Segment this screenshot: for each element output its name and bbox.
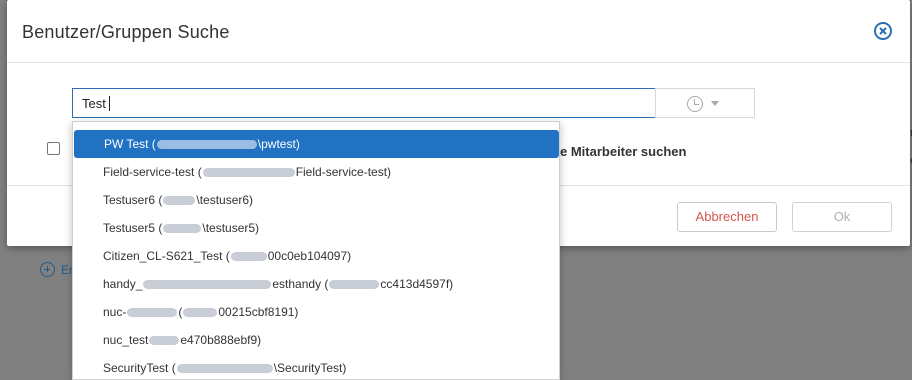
dropdown-item-prefix: handy_ xyxy=(103,277,143,291)
dropdown-item[interactable]: nuc- (00215cbf8191) xyxy=(73,298,559,326)
dropdown-item[interactable]: Field-service-test ( Field-service-test) xyxy=(73,158,559,186)
dropdown-item[interactable]: handy_ esthandy ( cc413d4597f) xyxy=(73,270,559,298)
dropdown-item-selected[interactable]: PW Test ( \pwtest) xyxy=(74,130,559,158)
dropdown-item-prefix: Testuser5 ( xyxy=(103,221,163,235)
dropdown-item[interactable]: Citizen_CL-S621_Test ( 00c0eb104097) xyxy=(73,242,559,270)
history-dropdown-button[interactable] xyxy=(655,88,755,118)
dropdown-item-prefix: SecurityTest ( xyxy=(103,361,176,375)
dropdown-item-suffix: 00c0eb104097) xyxy=(267,249,352,263)
ok-button[interactable]: Ok xyxy=(792,202,892,232)
dropdown-item-prefix: Testuser6 ( xyxy=(103,193,163,207)
dropdown-item-suffix: e470b888ebf9) xyxy=(180,333,262,347)
close-button[interactable] xyxy=(874,22,892,40)
dropdown-item[interactable]: nuc_test e470b888ebf9) xyxy=(73,326,559,354)
search-employees-label: e Mitarbeiter suchen xyxy=(560,144,687,159)
search-field[interactable] xyxy=(72,88,656,118)
search-employees-checkbox[interactable] xyxy=(47,142,60,155)
redacted-text xyxy=(149,336,180,346)
dropdown-item-prefix: Field-service-test ( xyxy=(103,165,202,179)
redacted-text xyxy=(329,280,380,290)
clock-icon xyxy=(687,96,703,112)
dropdown-item[interactable]: Testuser6 ( \testuser6) xyxy=(73,186,559,214)
redacted-text xyxy=(143,280,272,290)
dialog-header: Benutzer/Gruppen Suche xyxy=(7,0,910,63)
dropdown-item[interactable]: SecurityTest ( \SecurityTest) xyxy=(73,354,559,379)
redacted-text xyxy=(183,308,218,318)
cancel-button[interactable]: Abbrechen xyxy=(677,202,777,232)
redacted-text xyxy=(127,308,178,318)
redacted-text xyxy=(163,224,202,234)
dropdown-item-suffix: \testuser5) xyxy=(202,221,260,235)
plus-circle-icon xyxy=(40,262,55,277)
text-caret xyxy=(109,96,110,111)
redacted-text xyxy=(156,140,257,150)
dropdown-item-suffix: \SecurityTest) xyxy=(273,361,347,375)
dropdown-item[interactable]: Testuser5 ( \testuser5) xyxy=(73,214,559,242)
dropdown-item-suffix: \testuser6) xyxy=(196,193,254,207)
autocomplete-dropdown: PW Test (\pwtest) Field-service-test (Fi… xyxy=(72,121,560,380)
redacted-text xyxy=(202,168,295,178)
dropdown-item-middle: esthandy ( xyxy=(272,277,329,291)
dropdown-item-suffix: 00215cbf8191) xyxy=(218,305,299,319)
redacted-text xyxy=(176,364,273,374)
dropdown-item-prefix: nuc_test xyxy=(103,333,149,347)
dropdown-item-prefix: nuc- xyxy=(103,305,127,319)
chevron-down-icon xyxy=(711,101,719,106)
search-input[interactable] xyxy=(73,89,655,117)
dropdown-item-suffix: \pwtest) xyxy=(257,137,300,151)
dropdown-item-middle: ( xyxy=(178,305,183,319)
dialog-title: Benutzer/Gruppen Suche xyxy=(22,22,230,42)
dropdown-item-suffix: Field-service-test) xyxy=(295,165,392,179)
redacted-text xyxy=(230,252,267,262)
dropdown-item-prefix: Citizen_CL-S621_Test ( xyxy=(103,249,230,263)
close-icon xyxy=(879,27,887,35)
dropdown-item-prefix: PW Test ( xyxy=(104,137,156,151)
redacted-text xyxy=(163,196,196,206)
dropdown-item-suffix: cc413d4597f) xyxy=(380,277,454,291)
